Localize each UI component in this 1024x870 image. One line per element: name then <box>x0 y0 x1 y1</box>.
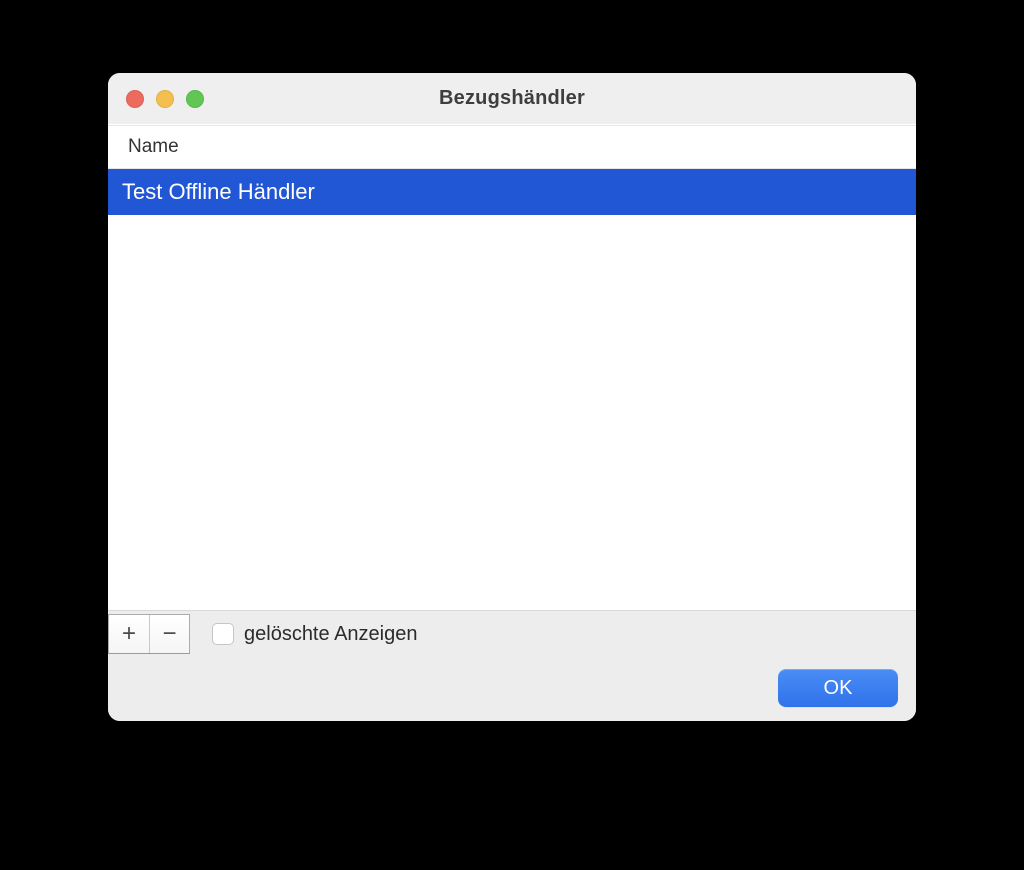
minus-icon: − <box>162 622 176 646</box>
dialog-actions: OK <box>108 657 916 707</box>
table-header[interactable]: Name <box>108 125 916 169</box>
column-header-name[interactable]: Name <box>128 136 179 158</box>
show-deleted-checkbox[interactable] <box>212 623 234 645</box>
window-controls <box>126 90 204 108</box>
add-remove-group: + − <box>108 614 190 654</box>
ok-button[interactable]: OK <box>778 669 898 707</box>
list-row[interactable]: Test Offline Händler <box>108 169 916 215</box>
dialog-window: Bezugshändler Name Test Offline Händler … <box>108 73 916 721</box>
list-row-name: Test Offline Händler <box>122 179 315 205</box>
show-deleted-option[interactable]: gelöschte Anzeigen <box>212 623 417 646</box>
desktop: Bezugshändler Name Test Offline Händler … <box>0 0 1024 870</box>
ok-button-label: OK <box>824 677 853 700</box>
zoom-icon[interactable] <box>186 90 204 108</box>
plus-icon: + <box>122 622 136 646</box>
bottom-panel: + − gelöschte Anzeigen OK <box>108 610 916 721</box>
window-title: Bezugshändler <box>439 87 585 110</box>
list-area[interactable]: Test Offline Händler <box>108 169 916 610</box>
add-button[interactable]: + <box>109 615 149 653</box>
toolbar: + − gelöschte Anzeigen <box>108 611 916 657</box>
titlebar[interactable]: Bezugshändler <box>108 73 916 125</box>
show-deleted-label: gelöschte Anzeigen <box>244 623 417 646</box>
close-icon[interactable] <box>126 90 144 108</box>
minimize-icon[interactable] <box>156 90 174 108</box>
remove-button[interactable]: − <box>149 615 189 653</box>
